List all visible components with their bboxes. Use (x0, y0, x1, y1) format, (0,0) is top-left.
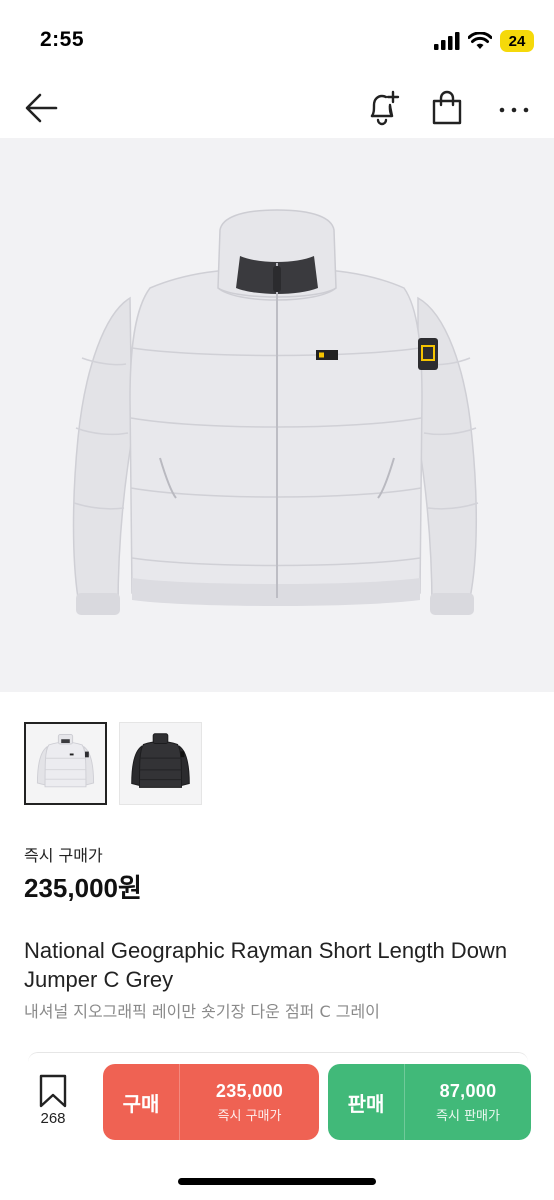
bottom-bar-edge (28, 1052, 528, 1062)
battery-badge: 24 (500, 30, 534, 52)
product-name-ko: 내셔널 지오그래픽 레이만 숏기장 다운 점퍼 C 그레이 (24, 1002, 380, 1021)
buy-label: 구매 (122, 1091, 160, 1116)
shopping-bag-icon (432, 90, 462, 125)
thumbnail-black-jacket (131, 733, 190, 788)
bookmark-icon (39, 1074, 67, 1108)
sell-price: 87,000 (439, 1080, 497, 1101)
status-time: 2:55 (40, 28, 85, 51)
thumbnail-grey-jacket (36, 733, 95, 788)
sell-button[interactable]: 판매 87,000 즉시 판매가 (328, 1064, 531, 1140)
thumbnail-black[interactable] (119, 722, 202, 805)
more-dots-icon (499, 107, 529, 113)
shopping-bag-button[interactable] (428, 88, 466, 128)
back-button[interactable] (22, 90, 62, 126)
signal-icon (434, 32, 460, 50)
product-image[interactable] (0, 138, 554, 692)
product-name-en: National Geographic Rayman Short Length … (24, 938, 508, 992)
more-options-button[interactable] (494, 90, 534, 126)
back-arrow-icon (25, 93, 58, 123)
home-indicator[interactable] (178, 1178, 376, 1185)
sell-label: 판매 (347, 1091, 385, 1116)
wifi-icon (468, 32, 492, 49)
instant-buy-price: 235,000원 (24, 873, 142, 903)
wishlist-button[interactable]: 268 (28, 1074, 78, 1134)
instant-buy-label: 즉시 구매가 (24, 846, 103, 865)
wishlist-count: 268 (40, 1110, 66, 1127)
bell-plus-icon (370, 90, 400, 126)
thumbnail-list (24, 722, 202, 805)
buy-info: 235,000 즉시 구매가 (180, 1081, 319, 1124)
sell-info: 87,000 즉시 판매가 (405, 1081, 531, 1124)
status-icons: 24 (434, 30, 534, 52)
status-bar: 2:55 24 (0, 0, 554, 80)
top-nav (0, 80, 554, 138)
puffer-jacket-image (72, 209, 479, 615)
thumbnail-grey[interactable] (24, 722, 107, 805)
buy-button[interactable]: 구매 235,000 즉시 구매가 (103, 1064, 319, 1140)
sell-sub-label: 즉시 판매가 (436, 1108, 500, 1124)
alert-subscribe-button[interactable] (364, 88, 402, 128)
buy-sub-label: 즉시 구매가 (217, 1108, 282, 1124)
buy-price: 235,000 (215, 1080, 284, 1101)
